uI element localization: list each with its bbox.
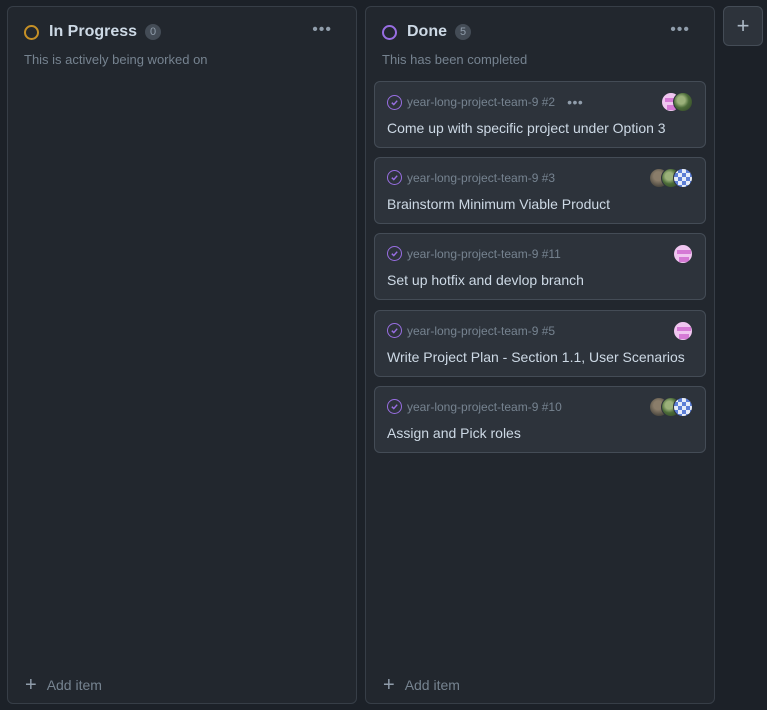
card-title[interactable]: Come up with specific project under Opti… (387, 120, 666, 136)
card-title[interactable]: Brainstorm Minimum Viable Product (387, 196, 610, 212)
column-more-button[interactable]: ••• (670, 21, 690, 39)
column-description: This is actively being worked on (24, 52, 208, 67)
assignee-avatars (673, 321, 693, 341)
card-title[interactable]: Set up hotfix and devlop branch (387, 272, 584, 288)
card-item[interactable]: year-long-project-team-9 #10 Assign and … (374, 386, 706, 453)
check-circle-icon (387, 399, 402, 414)
avatar[interactable] (673, 321, 693, 341)
item-count-badge: 5 (455, 24, 471, 40)
status-circle-icon (24, 24, 39, 40)
card-item[interactable]: year-long-project-team-9 #2 ••• Come up … (374, 81, 706, 148)
issue-reference[interactable]: year-long-project-team-9 #11 (407, 247, 561, 261)
card-menu-button[interactable]: ••• (567, 94, 583, 110)
column-header: Done 5 (382, 23, 471, 41)
issue-reference[interactable]: year-long-project-team-9 #2 (407, 95, 555, 109)
issue-reference[interactable]: year-long-project-team-9 #10 (407, 400, 562, 414)
assignee-avatars (649, 168, 693, 188)
assignee-avatars (649, 397, 693, 417)
card-meta: year-long-project-team-9 #11 (387, 246, 561, 261)
add-column-button[interactable]: + (723, 6, 763, 46)
avatar[interactable] (673, 397, 693, 417)
column-in-progress: In Progress 0 ••• This is actively being… (7, 6, 357, 704)
avatar[interactable] (673, 168, 693, 188)
avatar[interactable] (673, 92, 693, 112)
column-title: Done (407, 23, 447, 40)
card-title[interactable]: Write Project Plan - Section 1.1, User S… (387, 349, 685, 365)
column-more-button[interactable]: ••• (312, 21, 332, 39)
card-meta: year-long-project-team-9 #3 (387, 170, 555, 185)
check-circle-icon (387, 94, 402, 110)
column-header: In Progress 0 (24, 23, 162, 41)
check-circle-icon (387, 246, 402, 261)
card-item[interactable]: year-long-project-team-9 #5 Write Projec… (374, 310, 706, 377)
plus-icon: + (383, 674, 395, 696)
assignee-avatars (673, 244, 693, 264)
avatar[interactable] (673, 244, 693, 264)
column-title: In Progress (49, 23, 138, 40)
card-item[interactable]: year-long-project-team-9 #11 Set up hotf… (374, 233, 706, 300)
column-description: This has been completed (382, 52, 528, 67)
issue-reference[interactable]: year-long-project-team-9 #5 (407, 324, 555, 338)
column-done: Done 5 ••• This has been completed year-… (365, 6, 715, 704)
add-item-label: Add item (404, 677, 460, 693)
status-circle-icon (382, 24, 397, 40)
card-meta: year-long-project-team-9 #2 ••• (387, 94, 583, 110)
card-title[interactable]: Assign and Pick roles (387, 425, 521, 441)
card-meta: year-long-project-team-9 #10 (387, 399, 562, 414)
card-item[interactable]: year-long-project-team-9 #3 Brainstorm M… (374, 157, 706, 224)
add-item-button[interactable]: + Add item (25, 674, 102, 696)
add-item-button[interactable]: + Add item (383, 674, 460, 696)
item-count-badge: 0 (145, 24, 162, 40)
issue-reference[interactable]: year-long-project-team-9 #3 (407, 171, 555, 185)
check-circle-icon (387, 170, 402, 185)
check-circle-icon (387, 323, 402, 338)
assignee-avatars (661, 92, 693, 112)
plus-icon: + (25, 674, 37, 696)
add-item-label: Add item (46, 677, 102, 693)
card-meta: year-long-project-team-9 #5 (387, 323, 555, 338)
